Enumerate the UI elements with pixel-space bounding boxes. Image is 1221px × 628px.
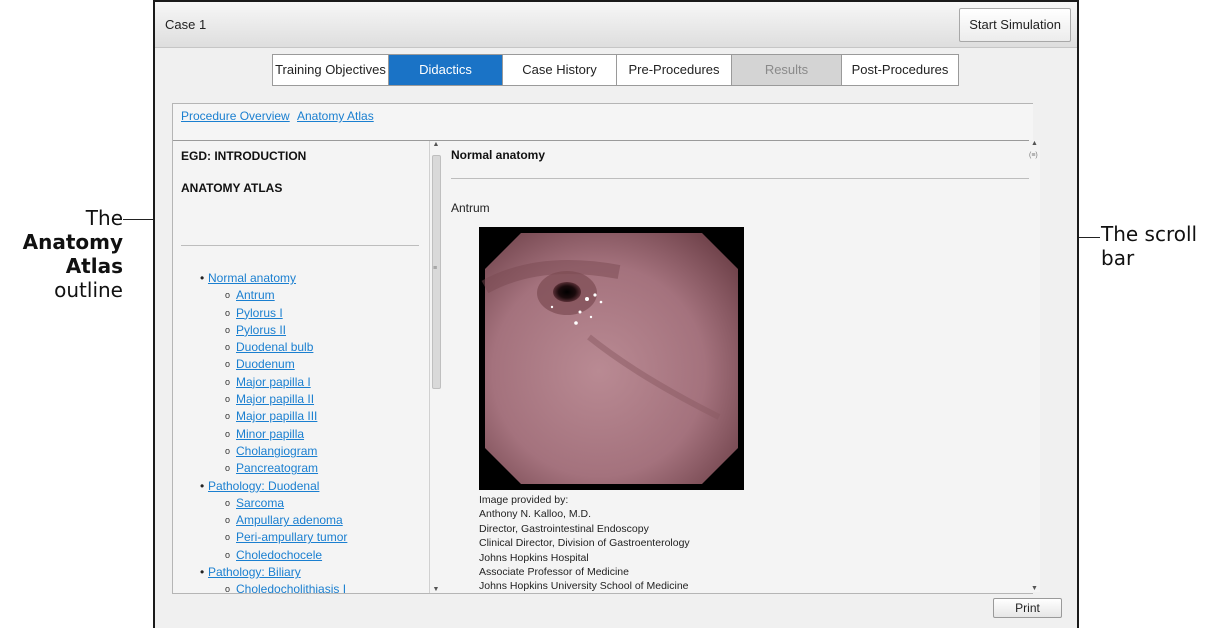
- title-bar: Case 1 Start Simulation: [155, 0, 1077, 48]
- outline-subitem: Pylorus I: [208, 305, 401, 323]
- outline-group-item: Pathology: Duodenal: [200, 478, 401, 496]
- detail-scroll-down-icon[interactable]: ▼: [1029, 585, 1040, 592]
- outline-scroll-down-icon[interactable]: ▼: [430, 586, 442, 593]
- outline-subitem: Minor papilla: [208, 426, 401, 444]
- detail-divider: [451, 178, 1033, 179]
- tab-results: Results: [732, 55, 842, 85]
- outline-subitem-link[interactable]: Major papilla I: [236, 375, 311, 389]
- outline-subitem: Duodenal bulb: [208, 339, 401, 357]
- anatomy-atlas-outline: Normal anatomy Antrum Pylorus I Pylorus II D…: [200, 270, 401, 593]
- print-button[interactable]: Print: [993, 598, 1062, 618]
- outline-scroll-up-icon[interactable]: ▲: [430, 141, 442, 148]
- anatomy-atlas-link[interactable]: Anatomy Atlas: [297, 109, 374, 123]
- atlas-heading: ANATOMY ATLAS: [181, 181, 283, 195]
- case-title: Case 1: [165, 17, 207, 32]
- outline-subitem-link[interactable]: Choledocholithiasis I: [236, 582, 346, 593]
- outline-subitem-link[interactable]: Choledochocele: [236, 548, 322, 562]
- procedure-overview-link[interactable]: Procedure Overview: [181, 109, 290, 123]
- detail-scroll-up-icon[interactable]: ▲: [1029, 140, 1040, 147]
- app-window: Case 1 Start Simulation Training Objecti…: [153, 0, 1079, 628]
- callout-left-line1: The: [85, 206, 123, 230]
- credit-line: Johns Hopkins University School of Medic…: [479, 580, 689, 593]
- antrum-endoscopy-image: [479, 227, 744, 490]
- outline-subitem: Sarcoma: [208, 495, 401, 513]
- callout-anatomy-atlas-outline: The Anatomy Atlas outline: [0, 206, 123, 302]
- outline-subitem: Pancreatogram: [208, 460, 401, 478]
- start-simulation-button[interactable]: Start Simulation: [959, 8, 1071, 42]
- tab-strip: Training Objectives Didactics Case Histo…: [272, 54, 959, 86]
- outline-group-link[interactable]: Pathology: Biliary: [208, 565, 301, 579]
- credit-line: Image provided by:: [479, 494, 569, 506]
- atlas-detail-pane: Normal anatomy Antrum Image provided by:…: [442, 141, 1033, 593]
- outline-subitem-link[interactable]: Peri-ampullary tumor: [236, 530, 347, 544]
- outline-scroll-thumb[interactable]: [432, 155, 441, 389]
- outline-subitem: Major papilla II: [208, 391, 401, 409]
- outline-group-link[interactable]: Pathology: Duodenal: [208, 479, 319, 493]
- tab-case-history[interactable]: Case History: [503, 55, 617, 85]
- outline-subitem-link[interactable]: Duodenum: [236, 357, 295, 371]
- outline-subitem: Cholangiogram: [208, 443, 401, 461]
- outline-group-item: Pathology: Biliary: [200, 564, 401, 582]
- detail-scrollbar[interactable]: ▲ (≡) ▼: [1029, 140, 1040, 592]
- callout-scroll-bar: The scroll bar: [1101, 222, 1198, 270]
- outline-subitem-link[interactable]: Sarcoma: [236, 496, 284, 510]
- outline-subitem-link[interactable]: Antrum: [236, 288, 275, 302]
- image-credit: Image provided by: Anthony N. Kalloo, M.D…: [479, 493, 690, 593]
- tab-training-objectives[interactable]: Training Objectives: [273, 55, 389, 85]
- outline-subitem-link[interactable]: Pancreatogram: [236, 461, 318, 475]
- didactics-content: Procedure Overview Anatomy Atlas EGD: IN…: [172, 103, 1033, 594]
- outline-subitem: Ampullary adenoma: [208, 512, 401, 530]
- outline-subitem: Duodenum: [208, 356, 401, 374]
- detail-heading: Normal anatomy: [451, 148, 546, 162]
- outline-subitem-link[interactable]: Minor papilla: [236, 427, 304, 441]
- outline-group-item: Normal anatomy: [200, 270, 401, 288]
- outline-subitem: Choledochocele: [208, 547, 401, 565]
- outline-subitem: Major papilla III: [208, 408, 401, 426]
- tab-pre-procedures[interactable]: Pre-Procedures: [617, 55, 732, 85]
- outline-subitem-link[interactable]: Major papilla III: [236, 409, 317, 423]
- outline-scrollbar[interactable]: ▲ ≡ ▼: [429, 141, 443, 593]
- outline-subitem: Choledocholithiasis I: [208, 581, 401, 593]
- credit-line: Associate Professor of Medicine: [479, 566, 629, 579]
- credit-line: Director, Gastrointestinal Endoscopy: [479, 522, 649, 535]
- outline-subitem-link[interactable]: Cholangiogram: [236, 444, 317, 458]
- outline-subitem: Antrum: [208, 287, 401, 305]
- didactics-link-bar: Procedure Overview Anatomy Atlas: [173, 104, 1033, 141]
- outline-subitem-link[interactable]: Pylorus II: [236, 323, 286, 337]
- intro-heading: EGD: INTRODUCTION: [181, 149, 307, 163]
- credit-line: Johns Hopkins Hospital: [479, 551, 589, 564]
- outline-subitem-link[interactable]: Ampullary adenoma: [236, 513, 343, 527]
- callout-left-bold: Anatomy Atlas: [22, 230, 123, 278]
- credit-line: Anthony N. Kalloo, M.D.: [479, 508, 592, 521]
- outline-subitem-link[interactable]: Duodenal bulb: [236, 340, 313, 354]
- outline-scroll-grip-icon: ≡: [433, 265, 438, 272]
- outline-subitem-link[interactable]: Major papilla II: [236, 392, 314, 406]
- outline-subitem: Major papilla I: [208, 374, 401, 392]
- tab-didactics[interactable]: Didactics: [389, 55, 503, 85]
- credit-line: Clinical Director, Division of Gastroent…: [479, 537, 690, 550]
- outline-divider: [181, 245, 419, 246]
- detail-scroll-grip-icon[interactable]: (≡): [1029, 152, 1038, 159]
- outline-subitem-link[interactable]: Pylorus I: [236, 306, 283, 320]
- callout-left-line3: outline: [54, 278, 123, 302]
- outline-subitem: Pylorus II: [208, 322, 401, 340]
- anatomy-atlas-outline-pane: EGD: INTRODUCTION ANATOMY ATLAS Normal a…: [173, 141, 428, 593]
- detail-section-label: Antrum: [451, 201, 490, 215]
- tab-post-procedures[interactable]: Post-Procedures: [842, 55, 958, 85]
- outline-group-link[interactable]: Normal anatomy: [208, 271, 296, 285]
- outline-subitem: Peri-ampullary tumor: [208, 529, 401, 547]
